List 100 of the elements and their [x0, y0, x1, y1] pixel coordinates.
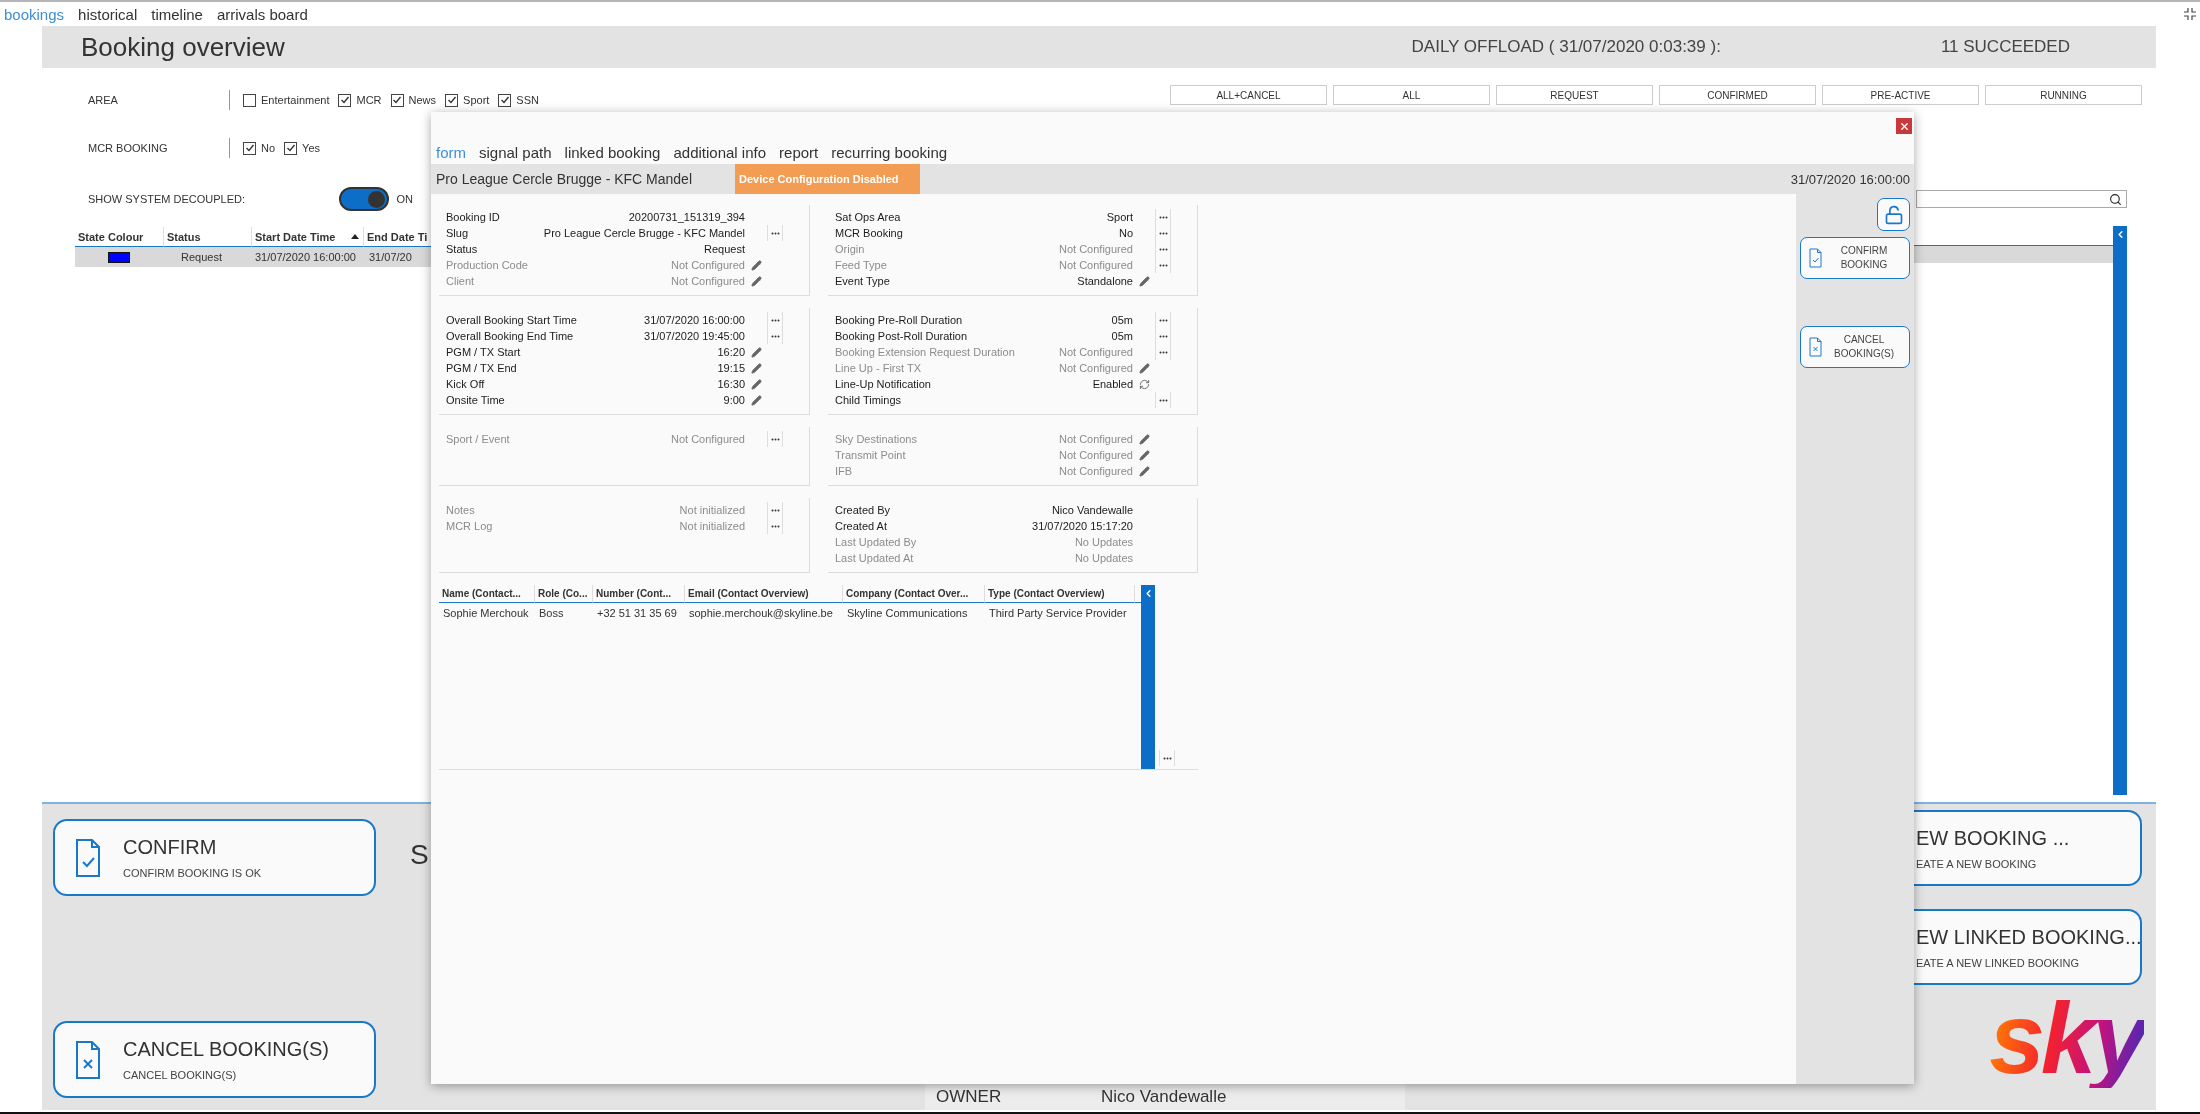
new-booking-button[interactable]: EW LINKED BOOKING... EATE A NEW LINKED BOOKING [1914, 909, 2142, 985]
field-label: Status [446, 243, 479, 255]
field-label: Feed Type [835, 259, 888, 271]
table-cell: 31/07/2020 16:00:00 [251, 247, 363, 267]
collapse-icon[interactable] [2184, 8, 2196, 20]
field-value: 16:30 [717, 378, 745, 390]
checkbox[interactable] [445, 93, 459, 107]
checkbox[interactable] [338, 93, 352, 107]
field-label: PGM / TX Start [446, 346, 522, 358]
status-filter-button[interactable]: CONFIRMED [1659, 85, 1816, 105]
cancel-booking-button[interactable]: CANCEL BOOKING(S) [1800, 326, 1910, 368]
field-label: Created At [835, 520, 888, 532]
field-value: Not Configured [1059, 465, 1133, 477]
refresh-icon[interactable] [1139, 378, 1150, 390]
selected-row[interactable] [1914, 245, 2113, 263]
pencil-icon[interactable] [1139, 449, 1150, 461]
pencil-icon[interactable] [751, 259, 762, 271]
owner-value: Nico Vandewalle [1101, 1087, 1227, 1107]
confirm-booking-button[interactable]: CONFIRM BOOKING [1800, 237, 1910, 279]
nav-tab[interactable]: bookings [4, 5, 65, 23]
close-button[interactable] [1896, 118, 1912, 134]
field-value: Pro League Cercle Brugge - KFC Mandel [543, 227, 745, 239]
checkbox[interactable] [390, 93, 404, 107]
status-filter-button[interactable]: ALL+CANCEL [1170, 85, 1327, 105]
checkbox-label[interactable]: Entertainment [261, 94, 330, 106]
status-filter-button[interactable]: REQUEST [1496, 85, 1653, 105]
pencil-icon[interactable] [1139, 465, 1150, 477]
column-header[interactable]: Role (Co... [535, 585, 593, 603]
owner-label: OWNER [936, 1087, 1003, 1107]
field-value: Enabled [1092, 378, 1133, 390]
field-value: Nico Vandewalle [1051, 504, 1133, 516]
section-heading: S [410, 839, 429, 872]
pencil-icon[interactable] [751, 394, 762, 406]
dialog-tab[interactable]: signal path [479, 143, 552, 161]
field-value: No Updates [1074, 536, 1133, 548]
checkbox[interactable] [284, 141, 298, 155]
toggle-switch[interactable] [338, 187, 389, 211]
checkbox[interactable] [243, 141, 256, 155]
field-value: 19:15 [717, 362, 745, 374]
field-label: Line Up - First TX [835, 362, 922, 374]
side-panel-toggle[interactable] [2113, 226, 2127, 795]
nav-tab[interactable]: timeline [151, 5, 203, 23]
field-value: 31/07/2020 19:45:00 [644, 330, 745, 342]
checkbox-label[interactable]: No [261, 142, 276, 154]
table-cell: 31/07/20 [363, 247, 431, 267]
field-value: Request [704, 243, 745, 255]
status-filter-button[interactable]: RUNNING [1985, 85, 2142, 105]
checkbox[interactable] [243, 93, 256, 107]
field-label: PGM / TX End [446, 362, 518, 374]
column-header[interactable]: Number (Cont... [593, 585, 685, 603]
more-icon [1158, 318, 1168, 322]
field-value: Standalone [1077, 275, 1133, 287]
checkbox[interactable] [498, 93, 512, 107]
field-label: Origin [835, 243, 866, 255]
column-header[interactable]: Type (Contact Overview) [985, 585, 1135, 603]
pencil-icon[interactable] [751, 275, 762, 287]
field-label: Child Timings [835, 394, 903, 406]
checkbox-label[interactable]: Yes [302, 142, 320, 154]
checkbox-label[interactable]: MCR [356, 94, 382, 106]
new-booking-button[interactable]: EW BOOKING ... EATE A NEW BOOKING [1914, 810, 2142, 886]
field-label: Line-Up Notification [835, 378, 932, 390]
pencil-icon[interactable] [751, 346, 762, 358]
nav-tab[interactable]: arrivals board [216, 5, 308, 23]
checkbox-label[interactable]: News [408, 94, 437, 106]
pencil-icon[interactable] [1139, 362, 1150, 374]
column-header[interactable]: Name (Contact... [439, 585, 535, 603]
dialog-tab[interactable]: linked booking [564, 143, 661, 161]
status-filter-button[interactable]: PRE-ACTIVE [1822, 85, 1979, 105]
checkbox-label[interactable]: Sport [463, 94, 490, 106]
pencil-icon[interactable] [751, 362, 762, 374]
field-label: Overall Booking End Time [446, 330, 575, 342]
pencil-icon[interactable] [1139, 433, 1150, 445]
field-label: Last Updated By [835, 536, 918, 548]
table-cell-text: sophie.merchouk@skyline.be [688, 606, 834, 621]
filter-label: MCR BOOKING [88, 142, 169, 154]
column-header[interactable]: Company (Contact Over... [843, 585, 985, 603]
field-label: Transmit Point [835, 449, 907, 461]
checkbox-label[interactable]: SSN [516, 94, 539, 106]
unlock-button[interactable] [1877, 198, 1910, 231]
field-value: 9:00 [723, 394, 745, 406]
status-filter-button[interactable]: ALL [1333, 85, 1490, 105]
pencil-icon[interactable] [751, 378, 762, 390]
more-icon [770, 524, 780, 528]
more-icon [1158, 398, 1168, 402]
close-icon [1898, 120, 1910, 132]
confirm-button[interactable]: CONFIRM CONFIRM BOOKING IS OK [53, 819, 376, 896]
search-field[interactable] [1916, 190, 2127, 208]
nav-tab[interactable]: historical [78, 5, 138, 23]
dialog-tab[interactable]: recurring booking [831, 143, 948, 161]
table-cell-text: Sophie Merchouk [442, 606, 530, 621]
dialog-tab[interactable]: additional info [673, 143, 767, 161]
more-icon [1158, 215, 1168, 219]
side-panel-toggle[interactable] [1141, 585, 1155, 769]
dialog-tab[interactable]: report [779, 143, 819, 161]
field-label: Event Type [835, 275, 891, 287]
column-header[interactable]: Email (Contact Overview) [685, 585, 843, 603]
pencil-icon[interactable] [1139, 275, 1150, 287]
field-value: No [1118, 227, 1133, 239]
cancel-booking-button[interactable]: CANCEL BOOKING(S) CANCEL BOOKING(S) [53, 1021, 376, 1098]
cancel-document-icon [1809, 337, 1822, 357]
